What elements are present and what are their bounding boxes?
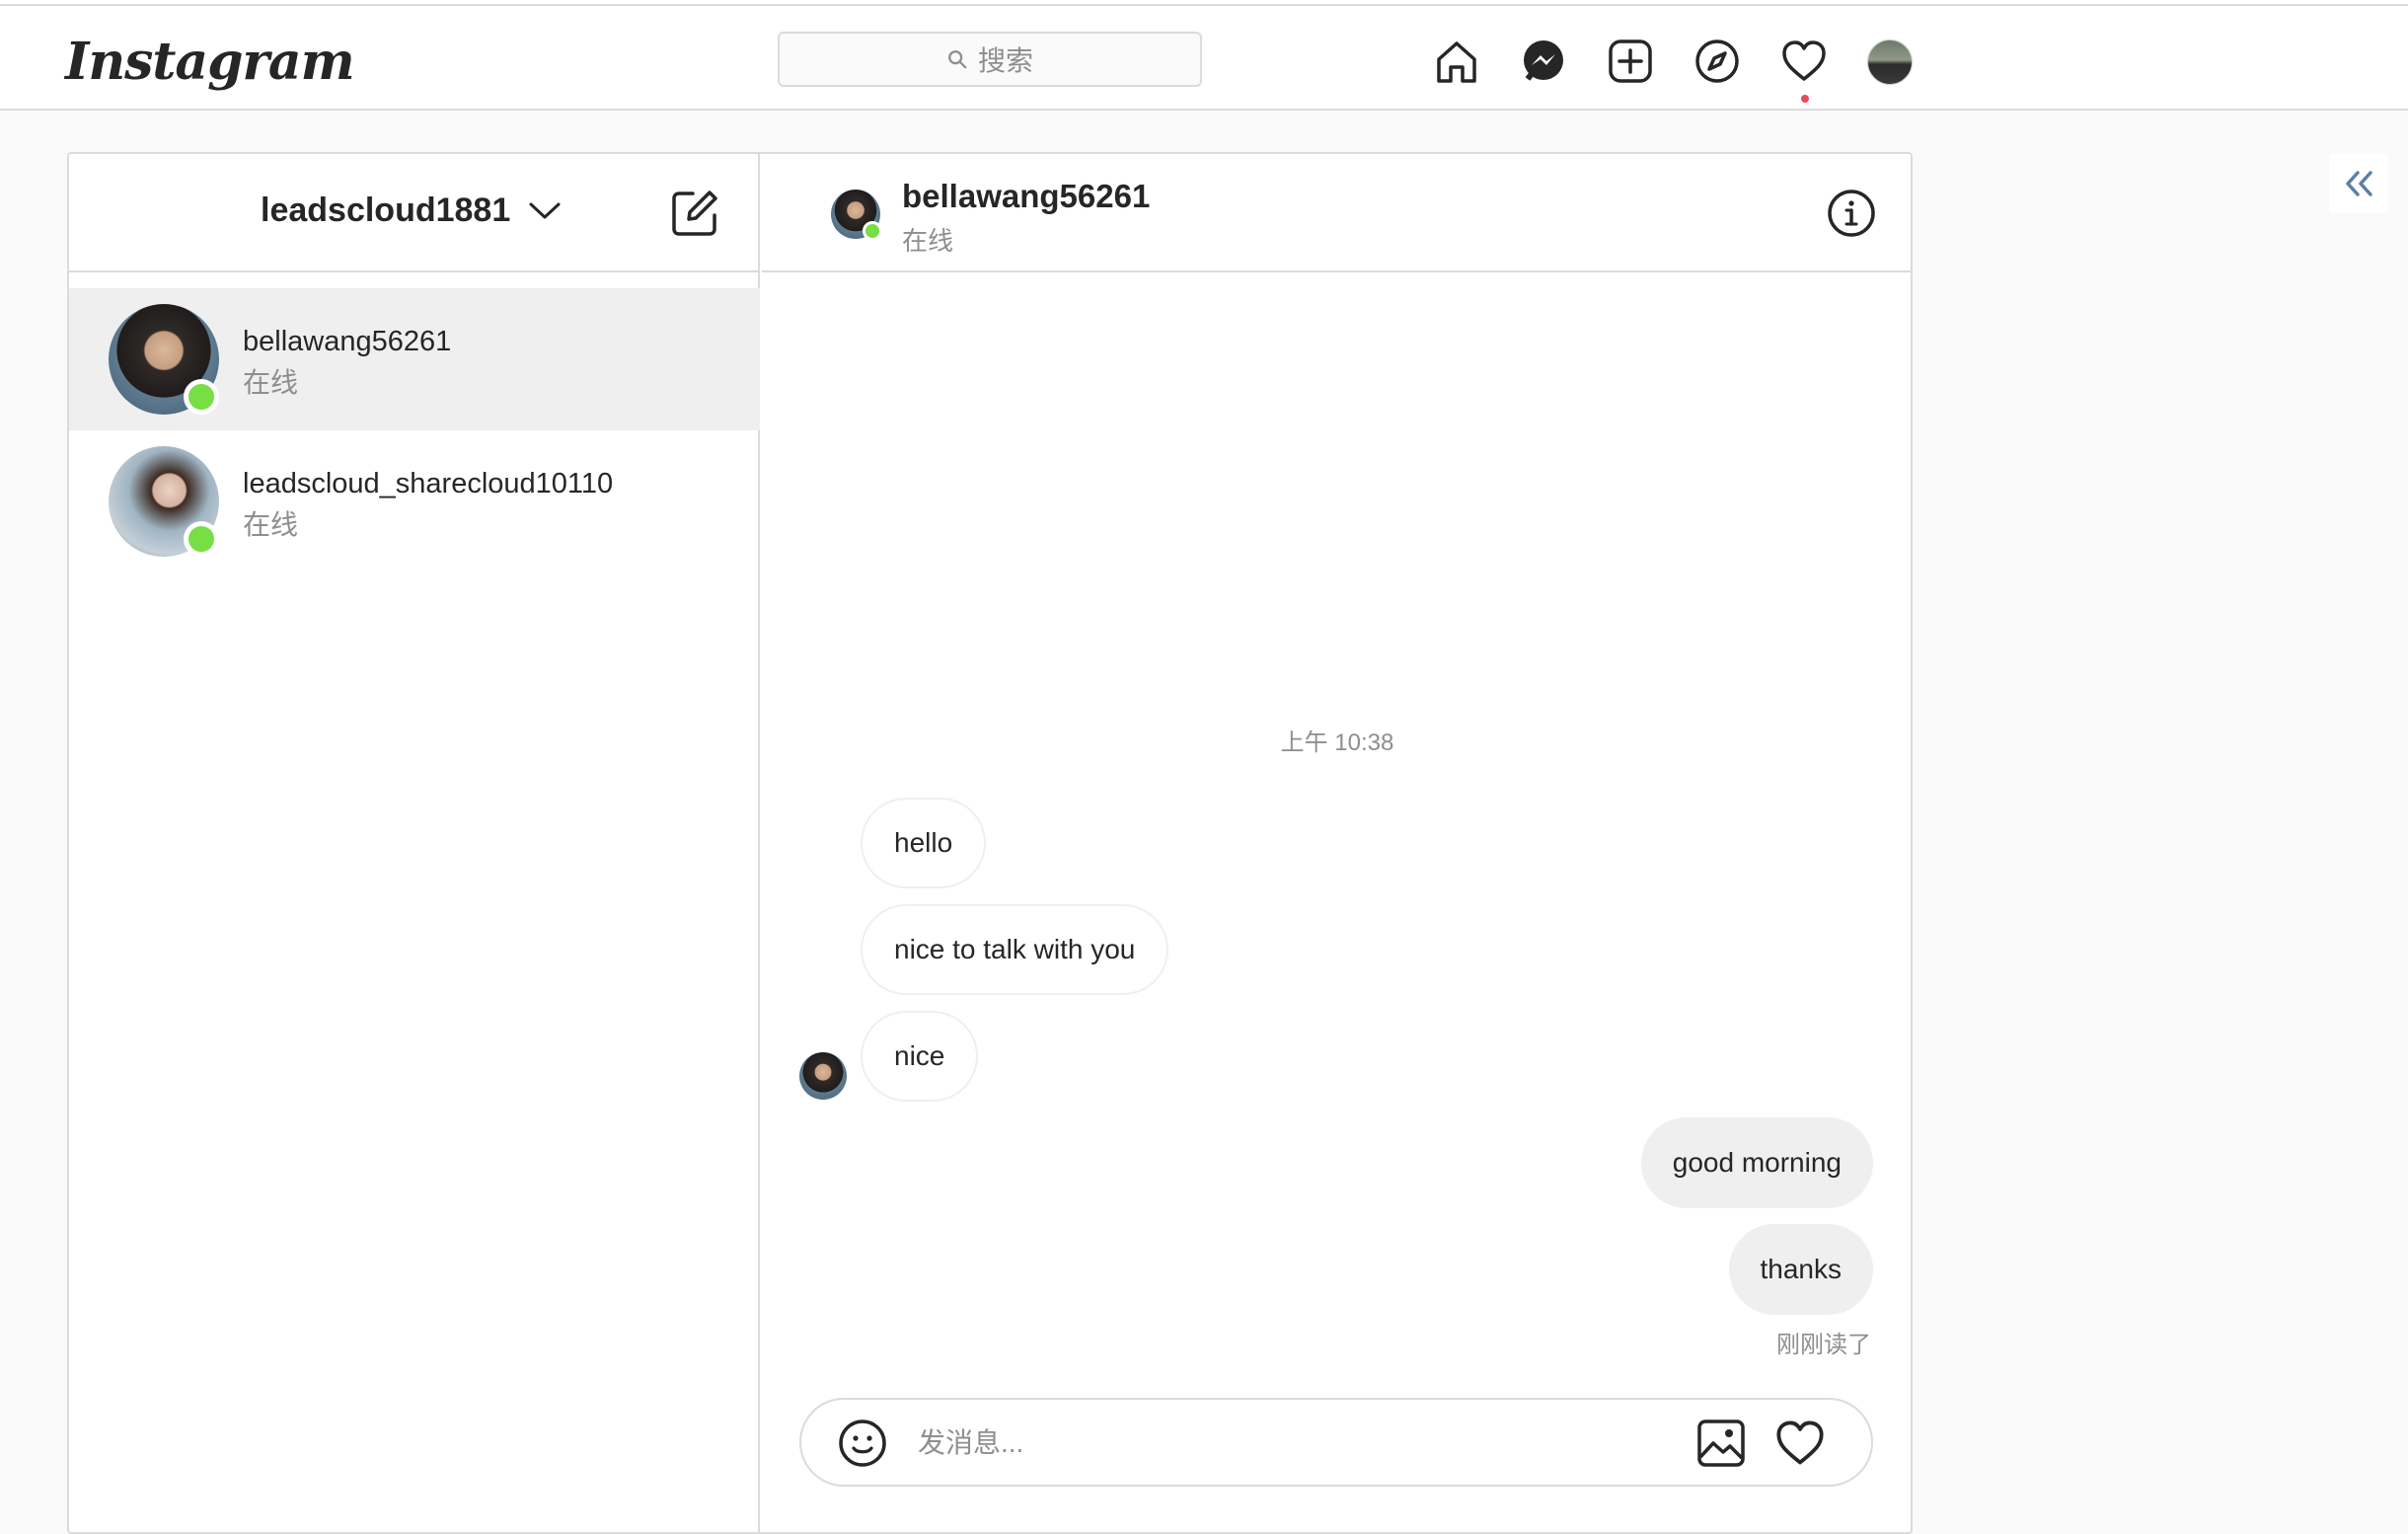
thread-item[interactable]: bellawang56261 在线 xyxy=(69,288,760,430)
message-bubble-incoming[interactable]: hello xyxy=(861,798,987,888)
message-input[interactable] xyxy=(918,1419,1668,1467)
info-icon xyxy=(1828,190,1875,237)
heart-icon xyxy=(1776,1420,1824,1465)
conversation-username[interactable]: bellawang56261 xyxy=(902,178,1150,215)
chevron-down-icon xyxy=(529,202,561,218)
message-bubble-outgoing[interactable]: good morning xyxy=(1640,1117,1873,1208)
thread-status: 在线 xyxy=(243,509,299,540)
thread-username: leadscloud_sharecloud10110 xyxy=(243,468,614,499)
account-switcher[interactable]: leadscloud1881 xyxy=(261,192,562,230)
online-indicator xyxy=(863,221,882,241)
conversation-status: 在线 xyxy=(902,226,954,256)
thread-status: 在线 xyxy=(243,367,299,398)
thread-username: bellawang56261 xyxy=(243,326,452,357)
conversation-header: bellawang56261 在线 xyxy=(762,154,1913,272)
double-chevron-left-icon xyxy=(2346,171,2372,196)
account-name: leadscloud1881 xyxy=(261,192,511,229)
instagram-logo[interactable]: Instagram xyxy=(65,28,355,97)
image-icon xyxy=(1697,1419,1745,1467)
online-indicator xyxy=(184,379,219,415)
conversation-list: leadscloud1881 bellawang56261 在线 leadscl… xyxy=(69,154,760,1532)
collapse-panel-button[interactable] xyxy=(2329,154,2388,213)
message-bubble-outgoing[interactable]: thanks xyxy=(1728,1224,1873,1315)
message-timestamp: 上午 10:38 xyxy=(1280,729,1394,756)
compose-icon xyxy=(672,191,717,236)
message-bubble-incoming[interactable]: nice to talk with you xyxy=(861,904,1169,995)
like-button[interactable] xyxy=(1774,1418,1826,1469)
messenger-icon[interactable] xyxy=(1518,36,1569,87)
conversation-info-button[interactable] xyxy=(1826,188,1877,239)
online-indicator xyxy=(184,521,219,557)
inbox-header: leadscloud1881 xyxy=(69,154,760,272)
direct-inbox-panel: leadscloud1881 bellawang56261 在线 leadscl… xyxy=(67,152,1913,1534)
new-message-button[interactable] xyxy=(669,188,720,239)
emoji-icon xyxy=(839,1419,886,1467)
search-box[interactable]: 搜索 xyxy=(778,32,1202,87)
thread-item[interactable]: leadscloud_sharecloud10110 在线 xyxy=(69,430,760,573)
notification-dot xyxy=(1801,95,1809,103)
search-placeholder: 搜索 xyxy=(977,45,1033,76)
emoji-button[interactable] xyxy=(837,1418,888,1469)
send-image-button[interactable] xyxy=(1695,1418,1747,1469)
home-icon[interactable] xyxy=(1431,36,1482,87)
sender-avatar xyxy=(799,1052,847,1100)
new-post-icon[interactable] xyxy=(1605,36,1656,87)
message-bubble-incoming[interactable]: nice xyxy=(861,1011,979,1102)
search-icon xyxy=(948,50,967,69)
activity-heart-icon[interactable] xyxy=(1778,36,1830,87)
conversation-view: bellawang56261 在线 上午 10:38 hello nice to… xyxy=(762,154,1913,1532)
top-navbar: Instagram 搜索 xyxy=(0,6,2408,111)
message-composer xyxy=(799,1398,1873,1487)
profile-avatar[interactable] xyxy=(1867,39,1913,85)
explore-icon[interactable] xyxy=(1692,36,1743,87)
read-receipt: 刚刚读了 xyxy=(1776,1332,1871,1358)
